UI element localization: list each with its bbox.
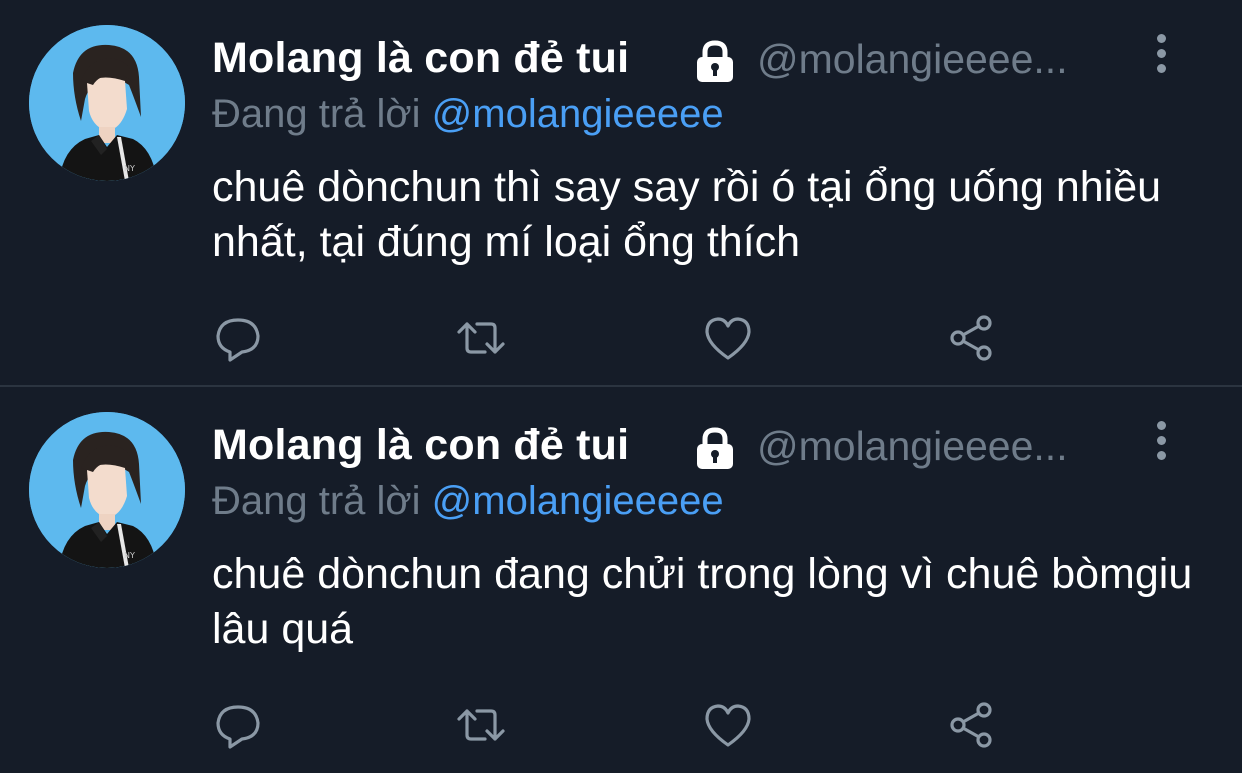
display-name[interactable]: Molang là con đẻ tui xyxy=(212,34,629,83)
reply-icon[interactable] xyxy=(212,699,264,751)
reply-prefix: Đang trả lời xyxy=(212,479,421,523)
share-icon[interactable] xyxy=(945,699,997,751)
action-bar xyxy=(212,699,1012,751)
lock-icon xyxy=(692,38,738,84)
tweet-text: chuê dònchun thì say say rồi ó tại ổng u… xyxy=(212,163,1162,266)
avatar[interactable]: NY xyxy=(29,25,185,181)
share-icon[interactable] xyxy=(945,312,997,364)
reply-mention[interactable]: @molangieeeee xyxy=(432,479,724,523)
reply-mention[interactable]: @molangieeeee xyxy=(432,92,724,136)
more-icon[interactable] xyxy=(1149,421,1173,473)
reply-prefix: Đang trả lời xyxy=(212,92,421,136)
retweet-icon[interactable] xyxy=(455,699,507,751)
lock-icon xyxy=(692,425,738,471)
reply-context: Đang trả lời @molangieeeee xyxy=(212,479,724,524)
reply-icon[interactable] xyxy=(212,312,264,364)
tweet-text: chuê dònchun đang chửi trong lòng vì chu… xyxy=(212,550,1193,653)
svg-text:NY: NY xyxy=(124,164,135,173)
tweet[interactable]: NY Molang là con đẻ tui @molangieeee... … xyxy=(0,0,1242,386)
tweet-header: Molang là con đẻ tui @molangieeee... xyxy=(212,30,1172,90)
reply-context: Đang trả lời @molangieeeee xyxy=(212,92,724,137)
handle[interactable]: @molangieeee... xyxy=(757,423,1127,470)
like-icon[interactable] xyxy=(702,699,754,751)
retweet-icon[interactable] xyxy=(455,312,507,364)
avatar[interactable]: NY xyxy=(29,412,185,568)
like-icon[interactable] xyxy=(702,312,754,364)
tweet[interactable]: NY Molang là con đẻ tui @molangieeee... … xyxy=(0,387,1242,773)
more-icon[interactable] xyxy=(1149,34,1173,86)
display-name[interactable]: Molang là con đẻ tui xyxy=(212,421,629,470)
tweet-header: Molang là con đẻ tui @molangieeee... xyxy=(212,417,1172,477)
action-bar xyxy=(212,312,1012,364)
handle[interactable]: @molangieeee... xyxy=(757,36,1127,83)
svg-text:NY: NY xyxy=(124,551,135,560)
